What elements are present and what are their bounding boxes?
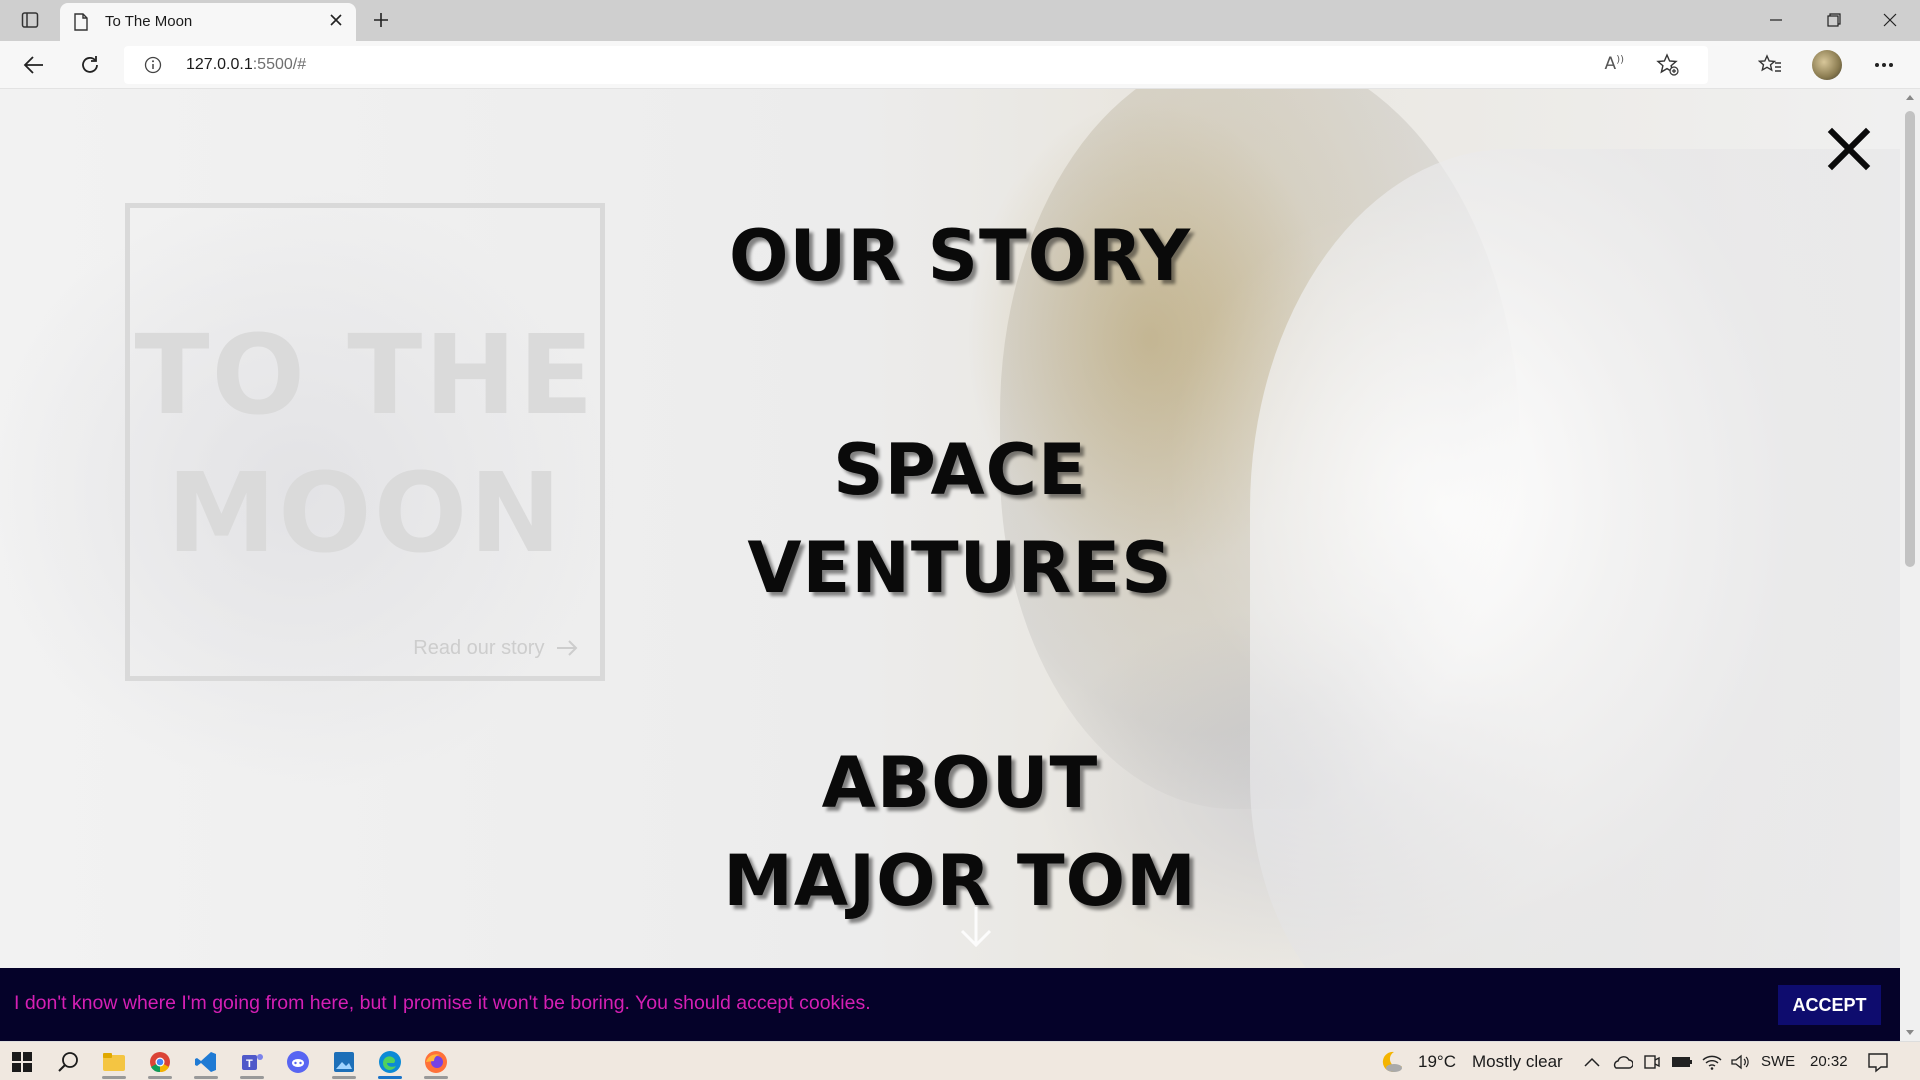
page-viewport: TO THE MOON Read our story OUR STORY SPA… xyxy=(0,89,1900,1041)
menu-item-about-major-tom[interactable]: ABOUT MAJOR TOM xyxy=(620,734,1300,930)
add-favorite-icon[interactable] xyxy=(1656,53,1680,82)
page-icon xyxy=(74,13,88,36)
site-info-icon[interactable] xyxy=(144,56,162,79)
tab-strip: To The Moon xyxy=(0,0,1920,41)
volume-icon[interactable] xyxy=(1726,1048,1754,1076)
weather-moon-icon[interactable] xyxy=(1376,1048,1404,1076)
hero-card: TO THE MOON Read our story xyxy=(125,203,605,681)
weather-desc[interactable]: Mostly clear xyxy=(1472,1052,1563,1072)
chrome-icon[interactable] xyxy=(146,1048,174,1079)
hero-title-line-1: TO THE xyxy=(134,311,596,439)
scrollbar-thumb[interactable] xyxy=(1905,111,1915,567)
menu-item-space-ventures[interactable]: SPACE VENTURES xyxy=(620,421,1300,617)
menu-item-label: OUR STORY xyxy=(728,215,1192,297)
battery-icon[interactable] xyxy=(1668,1048,1696,1076)
read-story-link[interactable]: Read our story xyxy=(413,637,578,660)
tab-title: To The Moon xyxy=(105,13,193,30)
teams-icon[interactable]: T xyxy=(238,1048,266,1079)
close-menu-icon[interactable] xyxy=(1824,124,1874,174)
refresh-icon[interactable] xyxy=(74,49,106,81)
photos-icon[interactable] xyxy=(330,1048,358,1079)
new-tab-icon[interactable] xyxy=(366,8,396,32)
show-hidden-icons-chevron-up-icon[interactable] xyxy=(1578,1048,1606,1076)
profile-avatar[interactable] xyxy=(1812,50,1842,80)
minimize-icon[interactable] xyxy=(1748,0,1804,40)
search-icon[interactable] xyxy=(54,1048,82,1076)
hero-title: TO THE MOON xyxy=(130,306,600,582)
edge-icon[interactable] xyxy=(376,1048,404,1079)
menu-item-label: ABOUT xyxy=(821,742,1099,824)
url-text[interactable]: 127.0.0.1:5500/# xyxy=(186,56,306,74)
arrow-right-icon xyxy=(557,640,578,656)
weather-temp[interactable]: 19°C xyxy=(1418,1052,1456,1072)
accept-cookies-button[interactable]: ACCEPT xyxy=(1778,985,1881,1025)
browser-tab[interactable]: To The Moon xyxy=(60,3,356,41)
menu-item-our-story[interactable]: OUR STORY xyxy=(620,207,1300,305)
cookie-message: I don't know where I'm going from here, … xyxy=(14,992,871,1014)
url-host: 127.0.0.1 xyxy=(186,56,253,73)
close-window-icon[interactable] xyxy=(1862,0,1918,40)
onedrive-cloud-icon[interactable] xyxy=(1608,1048,1636,1076)
close-tab-icon[interactable] xyxy=(328,12,344,33)
vscode-icon[interactable] xyxy=(192,1048,220,1079)
windows-taskbar: T 19°C Mostly clear SWE 20:32 xyxy=(0,1041,1920,1080)
language-indicator[interactable]: SWE xyxy=(1761,1053,1795,1070)
wifi-icon[interactable] xyxy=(1698,1048,1726,1076)
scroll-down-icon[interactable] xyxy=(1906,1030,1914,1035)
meet-now-icon[interactable] xyxy=(1638,1048,1666,1076)
restore-icon[interactable] xyxy=(1806,0,1862,40)
hero-title-line-2: MOON xyxy=(166,449,564,577)
read-aloud-icon[interactable]: A)) xyxy=(1605,54,1624,74)
windows-start-icon[interactable] xyxy=(8,1048,36,1076)
file-explorer-icon[interactable] xyxy=(100,1048,128,1079)
read-story-label: Read our story xyxy=(413,637,545,659)
address-bar[interactable]: 127.0.0.1:5500/# A)) xyxy=(124,46,1708,84)
favorites-icon[interactable] xyxy=(1754,49,1786,81)
clock[interactable]: 20:32 xyxy=(1810,1053,1848,1070)
scroll-up-icon[interactable] xyxy=(1906,95,1914,100)
firefox-icon[interactable] xyxy=(422,1048,450,1079)
discord-icon[interactable] xyxy=(284,1048,312,1076)
more-menu-icon[interactable] xyxy=(1868,49,1900,81)
back-arrow-icon[interactable] xyxy=(18,49,50,81)
menu-item-label: SPACE xyxy=(833,429,1087,511)
tab-actions-icon[interactable] xyxy=(14,8,46,32)
cookie-banner: I don't know where I'm going from here, … xyxy=(0,968,1900,1041)
notifications-icon[interactable] xyxy=(1864,1048,1892,1076)
page-scrollbar[interactable] xyxy=(1900,89,1920,1041)
suit-shape xyxy=(1250,149,1900,1041)
svg-text:T: T xyxy=(246,1058,253,1070)
scroll-down-arrow-icon[interactable] xyxy=(958,905,994,954)
menu-item-label-2: VENTURES xyxy=(747,527,1173,609)
url-path: :5500/# xyxy=(252,56,307,73)
browser-toolbar: 127.0.0.1:5500/# A)) xyxy=(0,41,1920,89)
